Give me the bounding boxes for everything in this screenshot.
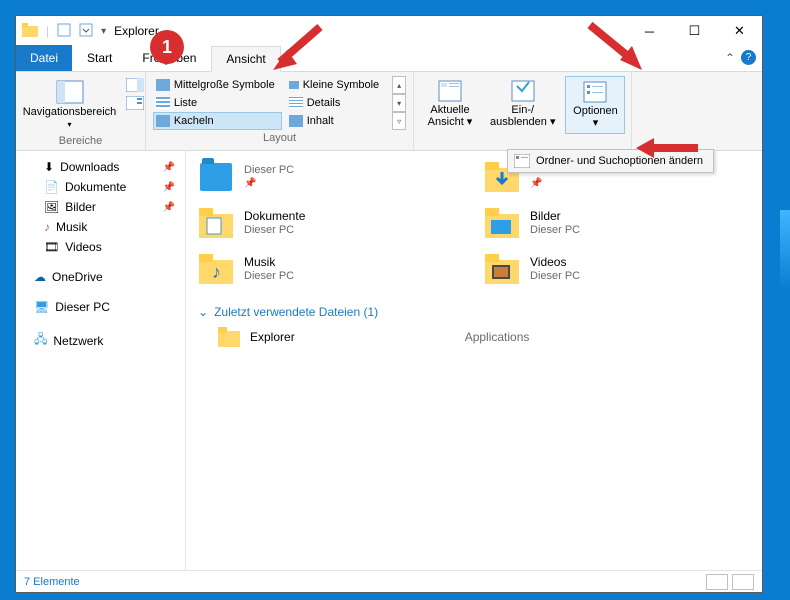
nav-onedrive[interactable]: ☁OneDrive (16, 267, 185, 287)
dokumente-icon: 📄 (44, 180, 59, 194)
pin-icon: 📌 (530, 177, 580, 191)
maximize-button[interactable]: ☐ (672, 16, 717, 46)
tab-datei[interactable]: Datei (16, 45, 72, 71)
svg-text:♪: ♪ (212, 262, 221, 282)
bilder-folder-icon (485, 208, 519, 238)
tile-musik[interactable]: ♪ MusikDieser PC (198, 251, 464, 287)
mittel-icon (156, 79, 170, 91)
aktuelle-ansicht-icon (438, 80, 462, 102)
recent-header[interactable]: ⌄Zuletzt verwendete Dateien (1) (198, 305, 750, 319)
layout-kleine[interactable]: Kleine Symbole (286, 76, 386, 94)
recent-section: ⌄Zuletzt verwendete Dateien (1) Explorer… (198, 305, 750, 347)
details-icon (289, 97, 303, 109)
inhalt-icon (289, 115, 303, 127)
layout-expand[interactable]: ▿ (392, 112, 406, 130)
annotation-badge-1: 1 (150, 30, 184, 64)
main-pane: Dieser PC📌 Dieser PC📌 DokumenteDieser PC… (186, 151, 762, 570)
layout-details[interactable]: Details (286, 94, 386, 112)
pin-icon: 📌 (244, 177, 294, 191)
videos-icon: 🎞 (44, 240, 59, 254)
tile-desktop[interactable]: Dieser PC📌 (198, 159, 464, 195)
folder-icon (200, 163, 232, 191)
dokumente-folder-icon (199, 208, 233, 238)
nav-dieserpc[interactable]: 🖥Dieser PC (16, 297, 185, 317)
musik-folder-icon: ♪ (199, 254, 233, 284)
pin-icon: 📌 (163, 182, 175, 193)
minimize-button[interactable]: ─ (627, 16, 672, 46)
status-bar: 7 Elemente (16, 570, 762, 592)
kacheln-icon (156, 115, 170, 127)
layout-mittelgrosse[interactable]: Mittelgroße Symbole (153, 76, 282, 94)
bilder-icon: 🖼 (44, 200, 59, 214)
chevron-down-icon: ⌄ (198, 305, 208, 319)
optionen-icon (583, 81, 607, 103)
window-title: Explorer (114, 24, 159, 38)
navigationsbereich-button[interactable]: Navigationsbereich ▾ (17, 76, 123, 133)
nav-netzwerk[interactable]: 🖧Netzwerk (16, 327, 185, 354)
downloads-icon: ⬇ (44, 160, 54, 174)
qat-divider: | (46, 24, 49, 38)
recent-item-location: Applications (465, 330, 530, 344)
layout-liste[interactable]: Liste (153, 94, 282, 112)
close-button[interactable]: ✕ (717, 16, 762, 46)
musik-icon: ♪ (44, 220, 50, 234)
nav-musik[interactable]: ♪Musik (16, 217, 185, 237)
pin-icon: 📌 (163, 202, 175, 213)
pin-icon: 📌 (163, 162, 175, 173)
navigationsbereich-icon (56, 80, 84, 104)
view-details-button[interactable] (706, 574, 728, 590)
tile-bilder[interactable]: BilderDieser PC (484, 205, 750, 241)
ribbon-collapse-icon[interactable]: ⌃ (725, 51, 735, 65)
chevron-down-icon: ▾ (67, 120, 71, 129)
tile-videos[interactable]: VideosDieser PC (484, 251, 750, 287)
qat-checkbox-icon[interactable] (57, 23, 71, 40)
layout-inhalt[interactable]: Inhalt (286, 112, 386, 130)
tile-dokumente[interactable]: DokumenteDieser PC (198, 205, 464, 241)
aktuelle-ansicht-button[interactable]: Aktuelle Ansicht ▾ (420, 76, 480, 132)
qat-overflow-icon[interactable]: ▾ (101, 26, 106, 37)
recent-item-explorer[interactable]: Explorer (218, 327, 295, 347)
ribbon: Navigationsbereich ▾ Bereiche Mittelgroß… (16, 72, 762, 151)
pc-icon: 🖥 (34, 300, 49, 314)
optionen-dropdown-item[interactable]: Ordner- und Suchoptionen ändern (507, 149, 714, 173)
navigation-pane: ⬇Downloads📌 📄Dokumente📌 🖼Bilder📌 ♪Musik … (16, 151, 186, 570)
ein-ausblenden-icon (511, 80, 535, 102)
details-pane-icon[interactable] (126, 96, 144, 110)
status-count: 7 Elemente (24, 576, 80, 588)
tab-start[interactable]: Start (72, 45, 127, 71)
nav-bilder[interactable]: 🖼Bilder📌 (16, 197, 185, 217)
nav-videos[interactable]: 🎞Videos (16, 237, 185, 257)
nav-downloads[interactable]: ⬇Downloads📌 (16, 157, 185, 177)
preview-pane-icon[interactable] (126, 78, 144, 92)
explorer-window: | ▾ Explorer ─ ☐ ✕ Datei Start Freigeben… (15, 15, 763, 593)
tab-ansicht[interactable]: Ansicht (211, 46, 280, 72)
kleine-icon (289, 81, 299, 89)
nav-dokumente[interactable]: 📄Dokumente📌 (16, 177, 185, 197)
layout-kacheln[interactable]: Kacheln (153, 112, 282, 130)
onedrive-icon: ☁ (34, 270, 46, 284)
ein-ausblenden-button[interactable]: Ein-/ ausblenden ▾ (484, 76, 561, 132)
ribbon-tabs: Datei Start Freigeben Ansicht ⌃ ? (16, 46, 762, 72)
layout-scroll-up[interactable]: ▴ (392, 76, 406, 94)
titlebar: | ▾ Explorer ─ ☐ ✕ (16, 16, 762, 46)
layout-scroll-down[interactable]: ▾ (392, 94, 406, 112)
desktop-edge (780, 210, 790, 290)
folder-options-icon (514, 154, 530, 168)
explorer-icon (22, 23, 38, 40)
liste-icon (156, 97, 170, 109)
content-area: ⬇Downloads📌 📄Dokumente📌 🖼Bilder📌 ♪Musik … (16, 151, 762, 570)
group-bereiche-title: Bereiche (59, 135, 102, 147)
help-icon[interactable]: ? (741, 50, 756, 65)
view-tiles-button[interactable] (732, 574, 754, 590)
folder-icon (218, 327, 240, 347)
group-layout-title: Layout (263, 132, 296, 144)
videos-folder-icon (485, 254, 519, 284)
qat-dropdown-icon[interactable] (79, 23, 93, 40)
optionen-button[interactable]: Optionen ▾ (565, 76, 625, 134)
netzwerk-icon: 🖧 (34, 330, 47, 351)
